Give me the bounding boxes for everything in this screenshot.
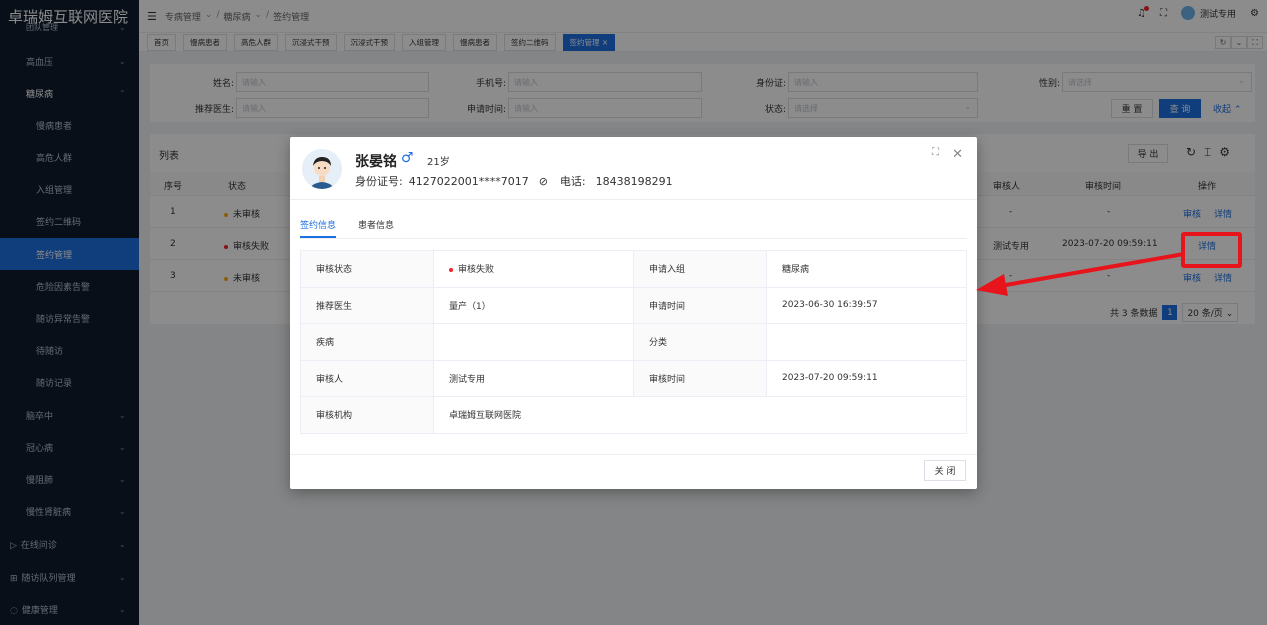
annotation-arrow — [976, 252, 1185, 296]
